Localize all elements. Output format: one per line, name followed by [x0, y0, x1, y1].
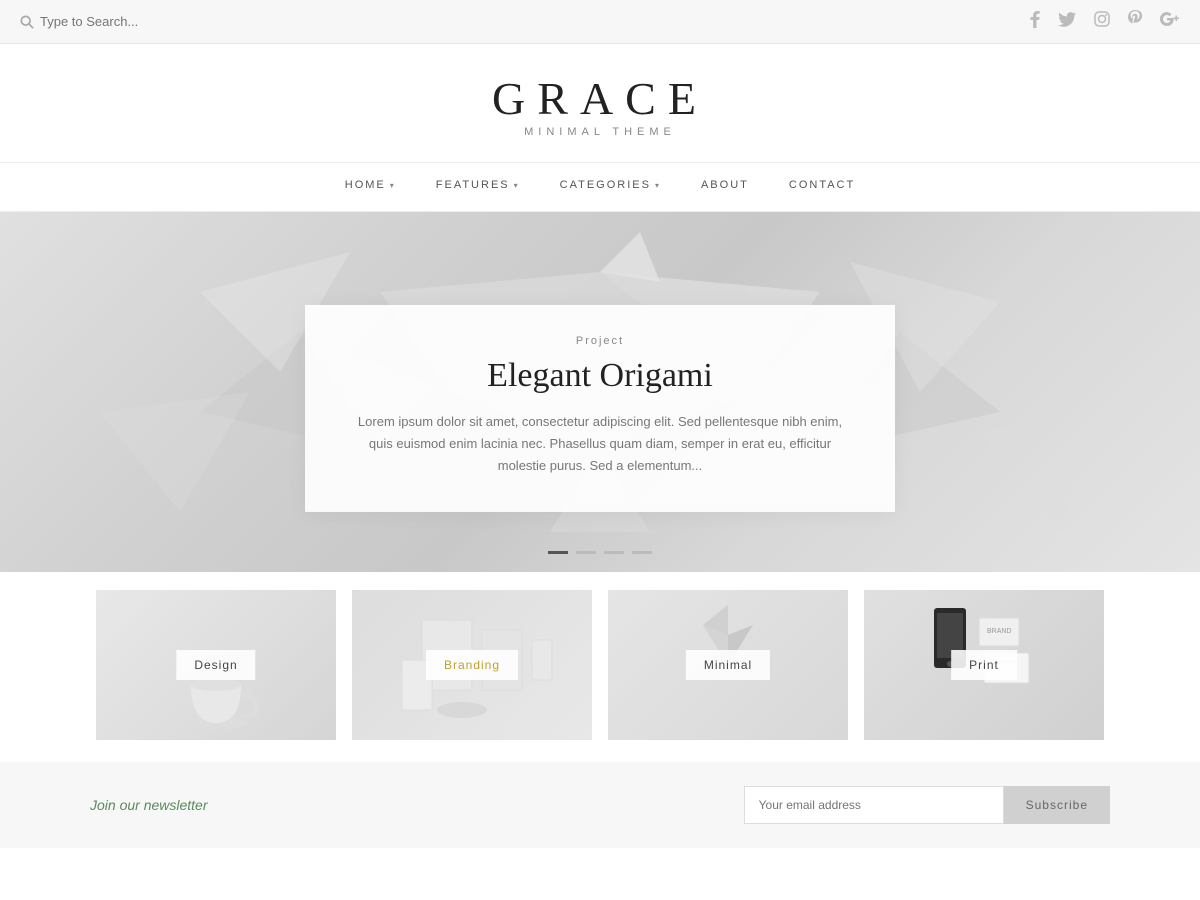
pinterest-icon[interactable]: [1128, 10, 1142, 33]
category-card-branding[interactable]: Branding: [352, 590, 592, 740]
newsletter-title: Join our newsletter: [90, 797, 208, 813]
svg-text:BRAND: BRAND: [987, 628, 1012, 635]
top-bar: [0, 0, 1200, 44]
newsletter-email-input[interactable]: [744, 786, 1004, 824]
site-title[interactable]: GRACE: [20, 76, 1180, 122]
minimal-label: Minimal: [686, 650, 770, 680]
search-icon: [20, 15, 34, 29]
main-nav: HOME ▾ FEATURES ▾ CATEGORIES ▾ ABOUT CON…: [0, 162, 1200, 212]
google-plus-icon[interactable]: [1160, 12, 1180, 31]
category-card-print[interactable]: BRAND Print: [864, 590, 1104, 740]
nav-categories[interactable]: CATEGORIES ▾: [560, 179, 661, 191]
category-card-minimal[interactable]: Minimal: [608, 590, 848, 740]
category-card-design[interactable]: Design: [96, 590, 336, 740]
instagram-icon[interactable]: [1094, 11, 1110, 32]
search-area[interactable]: [20, 14, 200, 29]
hero-card-title[interactable]: Elegant Origami: [355, 357, 845, 395]
slider-dot-4[interactable]: [632, 551, 652, 554]
slider-dots: [548, 551, 652, 554]
slider-dot-1[interactable]: [548, 551, 568, 554]
twitter-icon[interactable]: [1058, 12, 1076, 32]
chevron-down-icon: ▾: [514, 181, 520, 190]
hero-slider: Project Elegant Origami Lorem ipsum dolo…: [0, 212, 1200, 572]
site-header: GRACE MINIMAL THEME: [0, 44, 1200, 162]
subscribe-button[interactable]: Subscribe: [1004, 786, 1110, 824]
category-grid: Design Branding Minimal: [0, 572, 1200, 758]
hero-card: Project Elegant Origami Lorem ipsum dolo…: [305, 305, 895, 512]
nav-home[interactable]: HOME ▾: [345, 179, 396, 191]
chevron-down-icon: ▾: [390, 181, 396, 190]
nav-features[interactable]: FEATURES ▾: [436, 179, 520, 191]
nav-about[interactable]: ABOUT: [701, 179, 749, 191]
hero-card-text: Lorem ipsum dolor sit amet, consectetur …: [355, 411, 845, 477]
facebook-icon[interactable]: [1030, 10, 1040, 33]
newsletter-bar: Join our newsletter Subscribe: [0, 762, 1200, 848]
print-devices-icon: BRAND: [929, 598, 1039, 698]
social-icons: [1030, 10, 1180, 33]
branding-label: Branding: [426, 650, 518, 680]
print-label: Print: [951, 650, 1017, 680]
site-subtitle: MINIMAL THEME: [20, 126, 1180, 138]
hero-card-category: Project: [355, 335, 845, 347]
chevron-down-icon: ▾: [655, 181, 661, 190]
slider-dot-2[interactable]: [576, 551, 596, 554]
design-label: Design: [176, 650, 255, 680]
nav-contact[interactable]: CONTACT: [789, 179, 855, 191]
slider-dot-3[interactable]: [604, 551, 624, 554]
search-input[interactable]: [40, 14, 200, 29]
newsletter-form: Subscribe: [744, 786, 1110, 824]
